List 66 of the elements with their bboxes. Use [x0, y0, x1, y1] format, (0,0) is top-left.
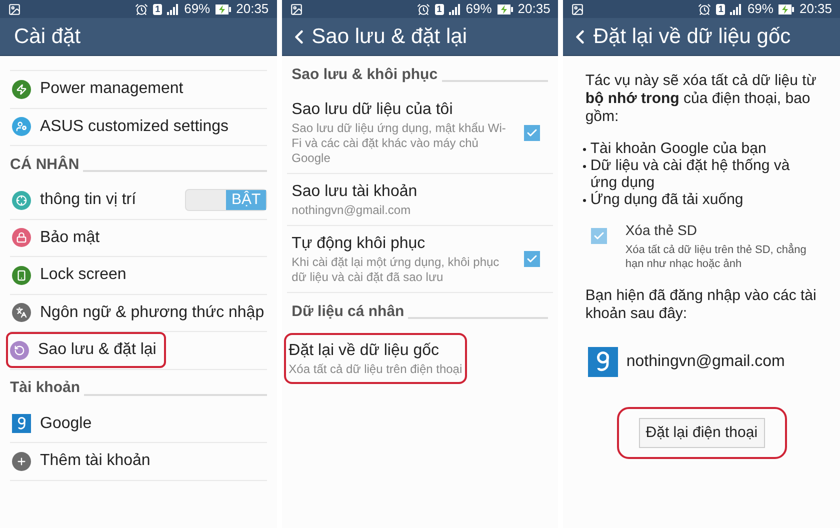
sim-indicator: 1: [716, 4, 726, 14]
option-summary: Khi cài đặt lại một ứng dụng, khôi phục dữ liệu và cài đặt đã sao lưu: [292, 255, 500, 285]
settings-item[interactable]: Thêm tài khoản: [10, 443, 160, 480]
settings-item[interactable]: Tự động khôi phục Khi cài đặt lại một ứng dụng, khôi phục dữ liệu và cài đặt đã sao lưu: [286, 226, 554, 292]
alarm-icon: [416, 2, 430, 16]
option-summary: Sao lưu dữ liệu ứng dụng, mật khẩu Wi-Fi và các cài đặt khác vào máy chủ Google: [292, 121, 507, 166]
battery-charging-icon: [215, 4, 232, 14]
settings-item[interactable]: Sao lưu dữ liệu của tôi Sao lưu dữ liệu ứng dụng, mật khẩu Wi-Fi và các cài đặt khác vào máy chủ Google: [286, 92, 554, 173]
alarm-icon: [698, 2, 712, 16]
battery-percent: 69%: [747, 0, 774, 18]
signal-icon: [167, 4, 180, 14]
option-title: Xóa thẻ SD: [625, 221, 698, 240]
check-icon: [593, 230, 606, 242]
option-title: Sao lưu tài khoản: [292, 182, 418, 202]
info-text: Bạn hiện đã đăng nhập vào các tài khoản sau đây:: [584, 286, 818, 323]
section-header: Dữ liệu cá nhân: [292, 302, 404, 322]
section-header: CÁ NHÂN: [10, 154, 80, 174]
bullet-text: Dữ liệu và cài đặt hệ thống và ứng dụng: [590, 157, 791, 191]
google-account-icon: [12, 414, 31, 434]
checkbox[interactable]: [524, 251, 540, 267]
option-summary: nothingvn@gmail.com: [292, 203, 412, 218]
checkbox[interactable]: [524, 124, 540, 140]
settings-item[interactable]: Sao lưu & đặt lại: [6, 332, 166, 368]
signal-icon: [448, 4, 461, 14]
signal-icon: [730, 4, 742, 14]
settings-item[interactable]: Bảo mật: [10, 220, 110, 256]
clock-time: 20:35: [518, 0, 550, 18]
settings-item[interactable]: ASUS customized settings: [10, 108, 239, 145]
settings-item[interactable]: Đặt lại về dữ liệu gốc Xóa tất cả dữ liệu trên điện thoại: [284, 333, 468, 384]
settings-item[interactable]: Sao lưu tài khoản nothingvn@gmail.com: [286, 174, 554, 225]
settings-item[interactable]: Power management: [10, 71, 194, 108]
bullet-text: Tài khoản Google của bạn: [590, 140, 766, 157]
screen-title: Sao lưu & đặt lại: [312, 24, 467, 50]
image-icon: [571, 2, 584, 16]
account-email: nothingvn@gmail.com: [626, 352, 785, 372]
info-text: Tác vụ này sẽ xóa tất cả dữ liệu từ bộ nhớ trong của điện thoại, bao gồm:: [584, 71, 818, 126]
battery-charging-icon: [496, 4, 513, 14]
screen-title: Đặt lại về dữ liệu gốc: [593, 24, 791, 50]
option-summary: Xóa tất cả dữ liệu trên thẻ SD, chẳng hạn như nhạc hoặc ảnh: [625, 243, 808, 271]
google-account-icon: [588, 347, 618, 377]
option-title: Tự động khôi phục: [292, 234, 426, 254]
check-icon: [526, 253, 538, 265]
battery-percent: 69%: [466, 0, 492, 18]
alarm-icon: [135, 2, 148, 16]
image-icon: [290, 2, 303, 16]
bullet-text: Ứng dụng đã tải xuống: [590, 191, 744, 208]
reset-phone-button[interactable]: Đặt lại điện thoại: [638, 418, 765, 448]
option-title: Đặt lại về dữ liệu gốc: [288, 341, 440, 361]
clock-time: 20:35: [799, 0, 832, 18]
screen-title: Cài đặt: [13, 24, 81, 50]
section-header: Sao lưu & khôi phục: [292, 64, 438, 84]
clock-time: 20:35: [236, 0, 269, 18]
image-icon: [8, 2, 21, 16]
sim-indicator: 1: [434, 4, 444, 14]
section-header: Tài khoản: [10, 378, 80, 398]
sim-indicator: 1: [153, 4, 162, 14]
option-title: Sao lưu dữ liệu của tôi: [292, 100, 454, 120]
settings-item[interactable]: Lock screen: [10, 257, 136, 294]
option-summary: Xóa tất cả dữ liệu trên điện thoại: [288, 362, 462, 377]
settings-item[interactable]: Ngôn ngữ & phương thức nhập: [10, 294, 274, 331]
checkbox[interactable]: [591, 228, 608, 244]
settings-item[interactable]: Google: [10, 406, 102, 442]
settings-item[interactable]: thông tin vị trí: [10, 182, 146, 218]
battery-charging-icon: [778, 4, 794, 14]
check-icon: [526, 126, 538, 138]
battery-percent: 69%: [184, 0, 210, 18]
